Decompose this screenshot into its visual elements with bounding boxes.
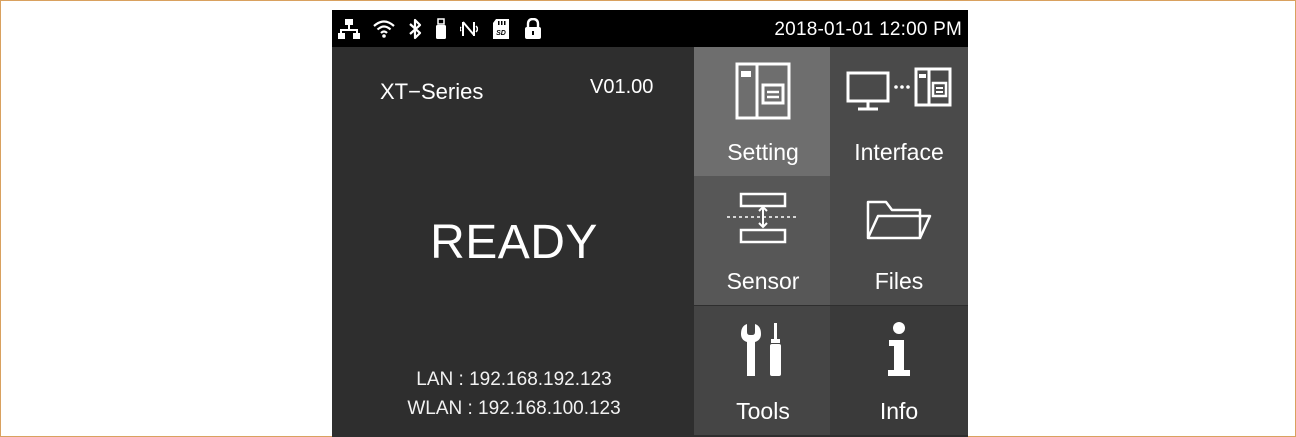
wlan-address: WLAN : 192.168.100.123 xyxy=(407,398,621,419)
info-button[interactable]: Info xyxy=(830,306,968,435)
lan-icon xyxy=(338,18,360,40)
printer-model: XT−Series xyxy=(380,79,484,104)
interface-icon xyxy=(844,61,954,126)
interface-button[interactable]: Interface xyxy=(830,47,968,176)
tools-label: Tools xyxy=(736,398,790,424)
sensor-label: Sensor xyxy=(726,268,800,294)
setting-button[interactable]: Setting xyxy=(694,47,832,176)
printer-display: SD 2018-01-01 12:00 PM XT−Series V01.00 … xyxy=(332,10,968,437)
usb-icon xyxy=(435,18,447,40)
lock-icon xyxy=(524,18,542,40)
tools-button[interactable]: Tools xyxy=(694,306,832,435)
sd-card-icon: SD xyxy=(491,18,511,40)
status-bar: SD 2018-01-01 12:00 PM xyxy=(332,10,968,47)
interface-label: Interface xyxy=(854,139,944,165)
lan-address: LAN : 192.168.192.123 xyxy=(416,369,612,390)
sensor-button[interactable]: Sensor xyxy=(694,176,832,305)
status-datetime: 2018-01-01 12:00 PM xyxy=(774,19,962,40)
tools-icon xyxy=(733,320,793,385)
folder-icon xyxy=(864,190,934,255)
firmware-version: V01.00 xyxy=(590,76,654,98)
nfc-icon xyxy=(460,18,478,40)
files-label: Files xyxy=(874,268,924,294)
files-button[interactable]: Files xyxy=(830,176,968,305)
printer-status-panel: XT−Series V01.00 READY LAN : 192.168.192… xyxy=(332,47,696,437)
status-icons: SD xyxy=(338,16,542,42)
wifi-icon xyxy=(373,19,395,39)
setting-label: Setting xyxy=(727,139,799,165)
bluetooth-icon xyxy=(408,18,422,40)
info-label: Info xyxy=(879,398,919,424)
printer-state: READY xyxy=(430,216,598,269)
sensor-icon xyxy=(723,190,803,255)
info-icon xyxy=(879,320,919,385)
sd-card-label: SD xyxy=(496,30,506,37)
printer-settings-icon xyxy=(733,61,793,126)
